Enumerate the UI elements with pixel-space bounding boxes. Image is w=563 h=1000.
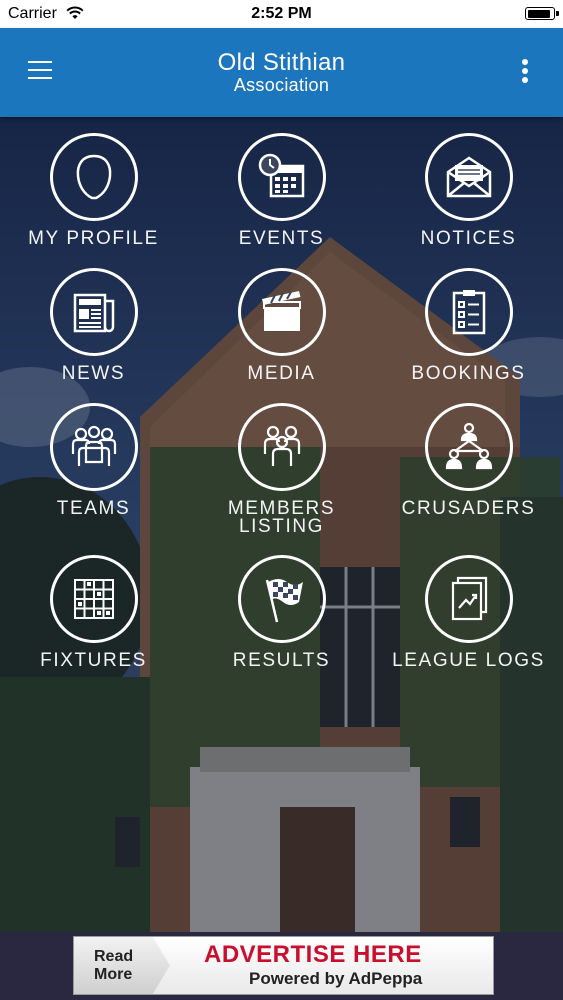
tile-label: FIXTURES — [40, 650, 147, 671]
network-people-icon — [424, 403, 513, 491]
read-more-button[interactable]: Read More — [74, 937, 170, 994]
battery-icon — [525, 7, 559, 20]
vertical-ellipsis-icon[interactable] — [521, 59, 529, 85]
tile-label: NEWS — [61, 363, 126, 384]
tile-bookings[interactable]: BOOKINGS — [375, 268, 562, 383]
tile-members-listing[interactable]: MEMBERS LISTING — [188, 403, 375, 536]
tile-label: TEAMS — [56, 498, 131, 519]
clipboard-checklist-icon — [424, 268, 513, 356]
tile-crusaders[interactable]: CRUSADERS — [375, 403, 562, 518]
tile-league-logs[interactable]: LEAGUE LOGS — [375, 555, 562, 670]
tile-label: RESULTS — [232, 650, 331, 671]
person-head-icon — [49, 133, 138, 221]
status-time: 2:52 PM — [251, 5, 312, 22]
app-title-line2: Association — [233, 75, 330, 95]
tile-label: MEMBERS LISTING — [227, 498, 336, 537]
tile-my-profile[interactable]: MY PROFILE — [0, 133, 187, 248]
tile-media[interactable]: MEDIA — [188, 268, 375, 383]
tile-events[interactable]: EVENTS — [188, 133, 375, 248]
calendar-clock-icon — [237, 133, 326, 221]
tile-label: BOOKINGS — [411, 363, 526, 384]
newspaper-icon — [49, 268, 138, 356]
tile-label: MY PROFILE — [28, 228, 159, 249]
open-envelope-icon — [424, 133, 513, 221]
tile-label: EVENTS — [238, 228, 325, 249]
ad-headline: ADVERTISE HERE — [204, 941, 422, 968]
app-title-line1: Old Stithian — [217, 49, 346, 76]
members-crowd-icon — [237, 403, 326, 491]
tile-notices[interactable]: NOTICES — [375, 133, 562, 248]
tile-label: MEDIA — [247, 363, 316, 384]
trend-chart-document-icon — [424, 555, 513, 643]
ad-subline: Powered by AdPeppa — [249, 969, 423, 988]
tile-results[interactable]: RESULTS — [188, 555, 375, 670]
app-header: Old Stithian Association — [0, 28, 563, 117]
tile-label: CRUSADERS — [401, 498, 536, 519]
group-people-icon — [49, 403, 138, 491]
status-bar: Carrier 2:52 PM — [0, 0, 563, 28]
tile-news[interactable]: NEWS — [0, 268, 187, 383]
fixture-grid-icon — [49, 555, 138, 643]
tile-teams[interactable]: TEAMS — [0, 403, 187, 518]
tile-label: LEAGUE LOGS — [392, 650, 545, 671]
app-title: Old Stithian Association — [0, 49, 563, 95]
clapperboard-icon — [237, 268, 326, 356]
tile-fixtures[interactable]: FIXTURES — [0, 555, 187, 670]
checkered-flag-icon — [237, 555, 326, 643]
ad-banner[interactable]: Read More ADVERTISE HERE Powered by AdPe… — [73, 936, 494, 995]
tile-label: NOTICES — [420, 228, 517, 249]
